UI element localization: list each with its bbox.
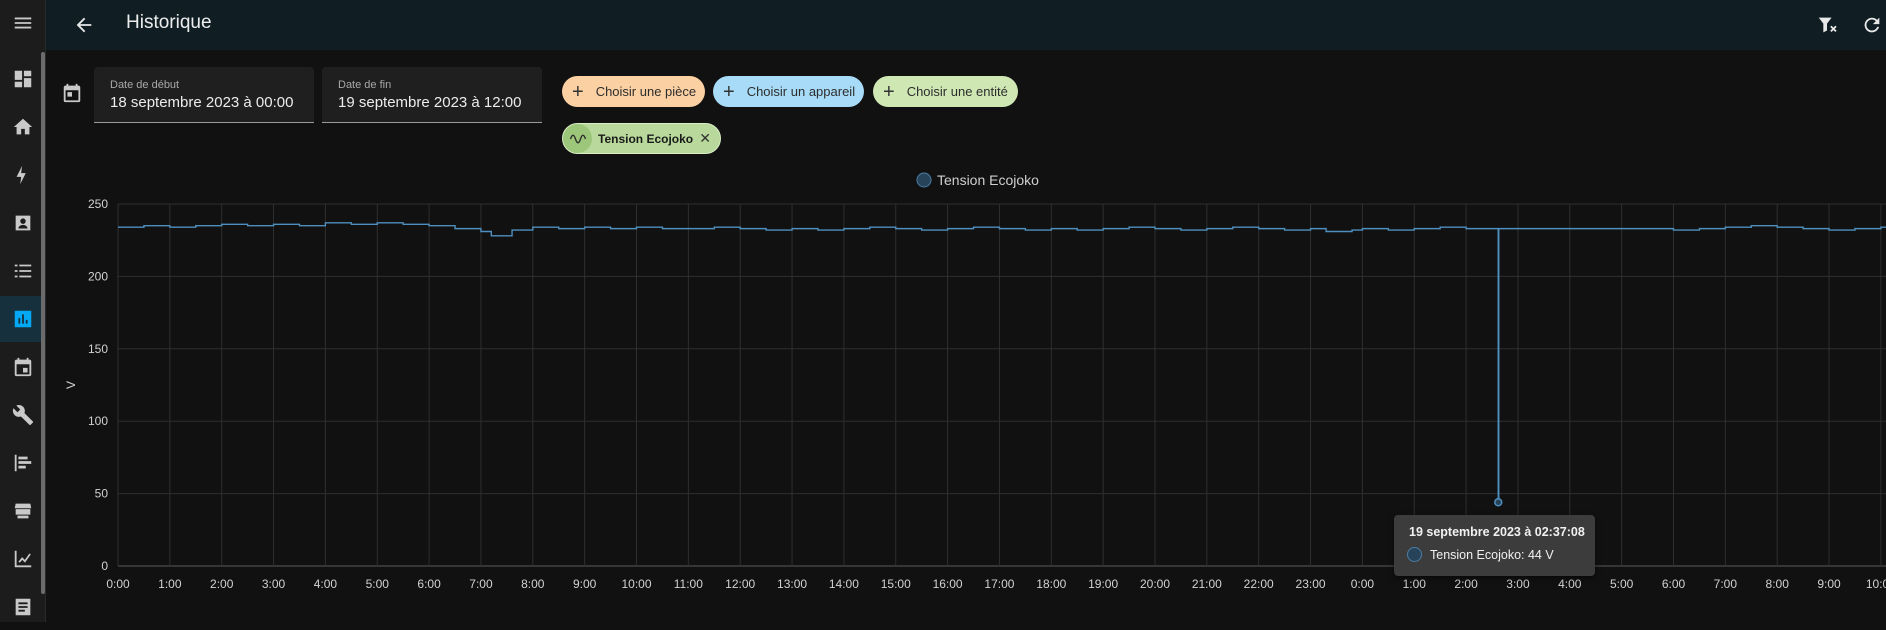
x-tick-label: 22:00: [1244, 577, 1274, 591]
x-tick-label: 20:00: [1140, 577, 1170, 591]
x-tick-label: 5:00: [366, 577, 390, 591]
x-tick-label: 8:00: [521, 577, 545, 591]
x-tick-label: 10:00: [1866, 577, 1886, 591]
tooltip-value: Tension Ecojoko: 44 V: [1430, 547, 1554, 562]
x-tick-label: 21:00: [1192, 577, 1222, 591]
x-tick-label: 0:00: [106, 577, 130, 591]
x-tick-label: 7:00: [469, 577, 493, 591]
tooltip-marker: [1407, 547, 1422, 562]
y-tick-label: 0: [101, 559, 108, 573]
x-tick-label: 3:00: [262, 577, 286, 591]
x-tick-label: 8:00: [1766, 577, 1790, 591]
x-axis-ticks: 0:00 1:00 2:00 3:00 4:00 5:00 6:00 7:00 8:00 9:00…: [106, 577, 1886, 591]
x-tick-label: 15:00: [881, 577, 911, 591]
history-chart: 0 50 100 150 200 250 0:00 1:00 2:00 3:00 4:00 5:00…: [64, 172, 1886, 591]
x-tick-label: 7:00: [1714, 577, 1738, 591]
chart-tooltip: 19 septembre 2023 à 02:37:08 Tension Eco…: [1394, 515, 1595, 576]
tooltip-row: Tension Ecojoko: 44 V: [1407, 547, 1554, 562]
y-tick-label: 50: [95, 487, 109, 501]
series-line-tension[interactable]: [118, 222, 1886, 503]
y-axis-label: V: [64, 381, 78, 389]
x-tick-label: 5:00: [1610, 577, 1634, 591]
x-tick-label: 18:00: [1036, 577, 1066, 591]
y-tick-label: 150: [88, 342, 108, 356]
x-tick-label: 14:00: [829, 577, 859, 591]
x-tick-label: 3:00: [1506, 577, 1530, 591]
chart-grid: [117, 203, 1886, 567]
x-tick-label: 6:00: [1662, 577, 1686, 591]
x-tick-label: 16:00: [933, 577, 963, 591]
x-tick-label: 1:00: [158, 577, 182, 591]
x-tick-label: 12:00: [725, 577, 755, 591]
x-tick-label: 19:00: [1088, 577, 1118, 591]
x-tick-label: 13:00: [777, 577, 807, 591]
x-tick-label: 17:00: [984, 577, 1014, 591]
tooltip-title: 19 septembre 2023 à 02:37:08: [1409, 525, 1585, 539]
x-tick-label: 4:00: [314, 577, 338, 591]
y-tick-label: 100: [88, 414, 108, 428]
legend-marker: [916, 172, 932, 188]
legend-label: Tension Ecojoko: [937, 172, 1039, 188]
x-tick-label: 1:00: [1403, 577, 1427, 591]
x-tick-label: 2:00: [210, 577, 234, 591]
x-tick-label: 6:00: [417, 577, 441, 591]
x-tick-label: 4:00: [1558, 577, 1582, 591]
x-tick-label: 9:00: [573, 577, 597, 591]
x-tick-label: 0:00: [1351, 577, 1375, 591]
hover-point[interactable]: [1493, 498, 1503, 507]
x-tick-label: 2:00: [1454, 577, 1478, 591]
x-tick-label: 10:00: [621, 577, 651, 591]
y-axis-ticks: 0 50 100 150 200 250: [88, 197, 108, 573]
y-tick-label: 250: [88, 197, 108, 211]
x-tick-label: 11:00: [674, 577, 703, 591]
x-tick-label: 23:00: [1296, 577, 1326, 591]
y-tick-label: 200: [88, 269, 108, 283]
x-tick-label: 9:00: [1817, 577, 1841, 591]
chart-legend[interactable]: Tension Ecojoko: [916, 172, 1039, 188]
